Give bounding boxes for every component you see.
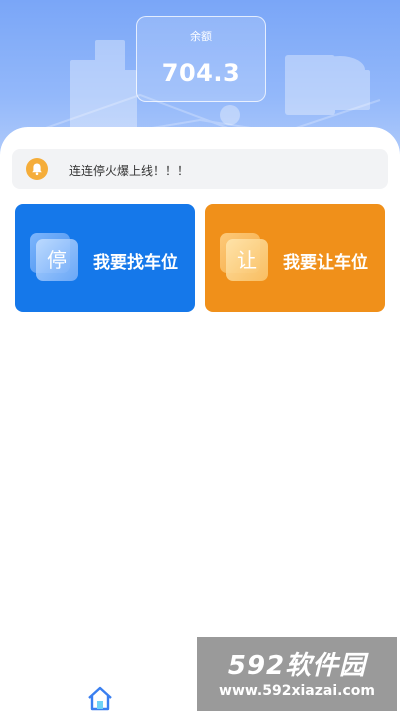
yield-icon: 让 bbox=[226, 239, 268, 281]
find-parking-label: 我要找车位 bbox=[93, 253, 178, 273]
home-icon bbox=[88, 686, 112, 711]
watermark-url: www.592xiazai.com bbox=[219, 683, 375, 699]
home-tab[interactable] bbox=[85, 685, 115, 711]
announcement-text: 连连停火爆上线！！！ bbox=[69, 164, 190, 178]
watermark-logo: 592软件园 bbox=[227, 651, 367, 681]
balance-card[interactable]: 余额 704.3 bbox=[136, 16, 266, 102]
site-watermark: 592软件园 www.592xiazai.com bbox=[197, 637, 397, 711]
bell-icon bbox=[26, 158, 48, 180]
balance-value: 704.3 bbox=[161, 59, 241, 87]
park-icon: 停 bbox=[36, 239, 78, 281]
offer-parking-button[interactable]: 让 我要让车位 bbox=[205, 204, 385, 312]
announcement-bar[interactable]: 连连停火爆上线！！！ bbox=[12, 149, 388, 189]
balance-label: 余额 bbox=[190, 30, 212, 43]
find-parking-button[interactable]: 停 我要找车位 bbox=[15, 204, 195, 312]
offer-parking-label: 我要让车位 bbox=[283, 253, 368, 273]
